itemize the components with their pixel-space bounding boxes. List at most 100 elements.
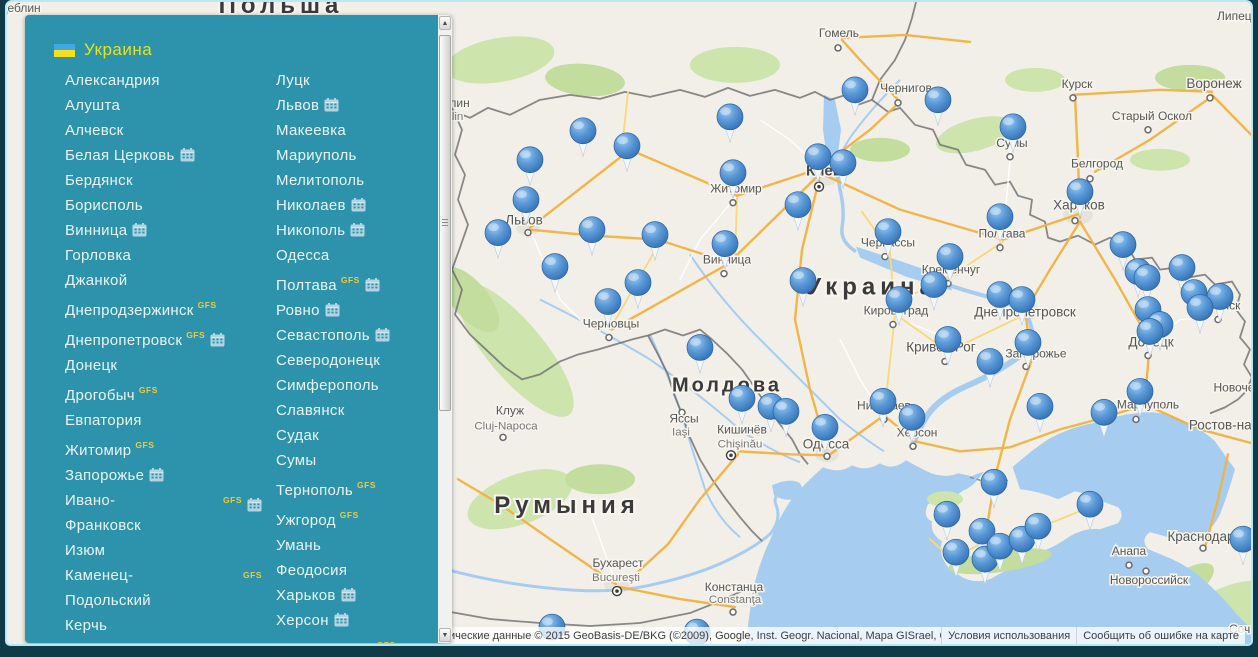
calendar-icon	[324, 98, 339, 112]
map-city-label: Constanţa	[709, 594, 762, 606]
city-list-column-2: Луцк Львов Макеевка МариупольМелитополь Нико…	[276, 68, 438, 643]
city-dot	[895, 100, 901, 106]
city-list-item[interactable]: Никополь	[276, 218, 438, 243]
city-list-item[interactable]: Львов	[276, 93, 438, 118]
map-marker-pin[interactable]	[579, 217, 605, 256]
city-list-item[interactable]: Ровно	[276, 298, 438, 323]
city-list-item[interactable]: Ивано-GFSФранковск	[65, 488, 276, 538]
map-marker-pin[interactable]	[1137, 319, 1163, 358]
map-city-label: Bucureşti	[592, 572, 640, 584]
city-list-item[interactable]: Запорожье	[65, 463, 276, 488]
city-dot	[525, 230, 531, 236]
city-list-item[interactable]: ДнепропетровскGFS	[65, 323, 276, 353]
map-marker-pin[interactable]	[875, 219, 901, 258]
city-list-column-1: АлександрияАлуштаАлчевскБелая ЦерковьБер…	[65, 68, 276, 643]
city-list-item[interactable]: Северодонецк	[276, 348, 438, 373]
city-list-item[interactable]: Севастополь	[276, 323, 438, 348]
map-city-label: Констанца	[705, 580, 764, 594]
gfs-badge: GFS	[357, 480, 376, 490]
scrollbar-thumb[interactable]	[439, 35, 451, 411]
city-list-item[interactable]: Харьков	[276, 583, 438, 608]
city-list-item[interactable]: Сумы	[276, 448, 438, 473]
map-city-label: Черновцы	[583, 317, 639, 331]
map-marker-pin[interactable]	[1015, 329, 1041, 368]
city-list-item[interactable]: Херсон	[276, 608, 438, 633]
city-list-item[interactable]: Горловка	[65, 243, 276, 268]
city-dot	[1200, 545, 1206, 551]
gfs-badge: GFS	[223, 495, 242, 505]
city-list-item[interactable]: Александрия	[65, 68, 276, 93]
map-city-label: Чернигов	[880, 81, 932, 95]
map-city-label: Клуж	[496, 403, 524, 417]
city-list-item[interactable]: КиевGFS	[65, 638, 276, 643]
panel-scrollbar[interactable]: ▲ ▼	[438, 15, 452, 643]
city-list-item[interactable]: Джанкой	[65, 268, 276, 293]
city-label: Сумы	[276, 452, 316, 469]
city-list-item[interactable]: Донецк	[65, 353, 276, 378]
map-city-label: Chişinău	[718, 438, 763, 450]
scrollbar-up-button[interactable]: ▲	[439, 16, 451, 30]
map-marker-pin[interactable]	[687, 334, 713, 373]
city-list-item[interactable]: Мелитополь	[276, 168, 438, 193]
city-list-item[interactable]: Винница	[65, 218, 276, 243]
city-list-item[interactable]: Луцк	[276, 68, 438, 93]
city-dot	[1087, 176, 1093, 182]
city-label: Макеевка	[276, 122, 346, 139]
map-marker-pin[interactable]	[642, 222, 668, 261]
city-list-item[interactable]: ХмельницкийGFS	[276, 633, 438, 643]
city-list-item[interactable]: ПолтаваGFS	[276, 268, 438, 298]
map-marker-pin[interactable]	[925, 87, 951, 126]
city-list-item[interactable]: Изюм	[65, 538, 276, 563]
map-marker-pin[interactable]	[717, 104, 743, 143]
map-marker-pin[interactable]	[614, 133, 640, 172]
city-list-item[interactable]: Бердянск	[65, 168, 276, 193]
map-marker-pin[interactable]	[517, 147, 543, 186]
city-list-item[interactable]: Алушта	[65, 93, 276, 118]
map-marker-pin[interactable]	[485, 220, 511, 259]
city-list-item[interactable]: Макеевка	[276, 118, 438, 143]
map-marker-pin[interactable]	[570, 118, 596, 157]
city-list-item[interactable]: Николаев	[276, 193, 438, 218]
city-label: Львов	[276, 97, 319, 114]
city-label: Харьков	[276, 587, 336, 604]
map-country-label: Молдова	[672, 374, 782, 396]
city-list-item[interactable]: Славянск	[276, 398, 438, 423]
map-marker-pin[interactable]	[729, 385, 755, 424]
city-dot	[1133, 416, 1139, 422]
city-list-item[interactable]: Борисполь	[65, 193, 276, 218]
city-dot	[721, 271, 727, 277]
city-list-item[interactable]: УжгородGFS	[276, 503, 438, 533]
city-list-item[interactable]: Белая Церковь	[65, 143, 276, 168]
city-list-item[interactable]: Судак	[276, 423, 438, 448]
map-marker-pin[interactable]	[773, 398, 799, 437]
city-list-item[interactable]: Алчевск	[65, 118, 276, 143]
map-marker-pin[interactable]	[1230, 526, 1251, 565]
city-list-item[interactable]: Керчь	[65, 613, 276, 638]
city-list-item[interactable]: ЖитомирGFS	[65, 433, 276, 463]
city-list-item[interactable]: ДрогобычGFS	[65, 378, 276, 408]
map-marker-pin[interactable]	[790, 268, 816, 307]
terms-of-use-link[interactable]: Условия использования	[941, 627, 1076, 644]
report-map-error-link[interactable]: Сообщить об ошибке на карте	[1076, 627, 1245, 644]
city-list-item[interactable]: Умань	[276, 533, 438, 558]
map-marker-pin[interactable]	[625, 270, 651, 309]
map-marker-pin[interactable]	[935, 326, 961, 365]
map-marker-pin[interactable]	[886, 287, 912, 326]
map-marker-pin[interactable]	[1187, 295, 1213, 334]
city-list-item[interactable]: Мариуполь	[276, 143, 438, 168]
city-list-item[interactable]: Евпатория	[65, 408, 276, 433]
city-list-item[interactable]: Каменец-GFSПодольский	[65, 563, 276, 613]
scrollbar-down-button[interactable]: ▼	[439, 628, 451, 642]
map-marker-pin[interactable]	[1027, 393, 1053, 432]
city-label: Евпатория	[65, 412, 142, 429]
city-list-item[interactable]: ДнепродзержинскGFS	[65, 293, 276, 323]
city-list-item[interactable]: ТернопольGFS	[276, 473, 438, 503]
city-list-item[interactable]: Феодосия	[276, 558, 438, 583]
map-marker-pin[interactable]	[1127, 378, 1153, 417]
map-marker-pin[interactable]	[542, 254, 568, 293]
city-list-item[interactable]: Одесса	[276, 243, 438, 268]
capital-city-dot	[613, 587, 622, 596]
city-list-item[interactable]: Симферополь	[276, 373, 438, 398]
city-label: Николаев	[276, 197, 346, 214]
map-marker-pin[interactable]	[842, 77, 868, 116]
